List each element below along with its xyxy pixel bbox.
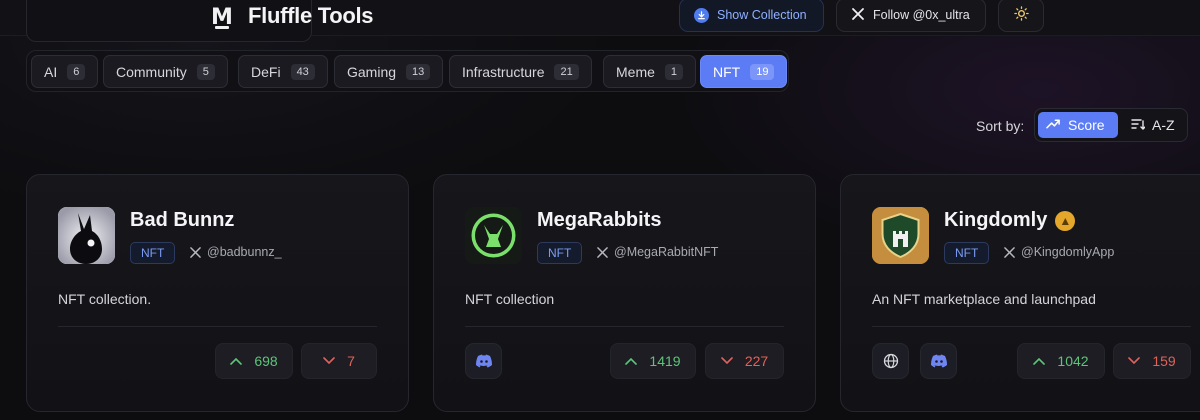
sort-label: Sort by: [976, 118, 1025, 134]
card-description: NFT collection. [58, 291, 152, 307]
filter-label: DeFi [251, 63, 281, 80]
project-card[interactable]: MegaRabbits NFT @MegaRabbitNFT NFT colle… [433, 174, 816, 412]
chevron-up-icon [625, 357, 638, 365]
chevron-down-icon [1128, 357, 1141, 365]
project-name: Bad Bunnz [130, 209, 235, 231]
chevron-down-icon [323, 357, 335, 365]
chevron-up-icon [230, 357, 243, 365]
project-card[interactable]: Kingdomly ▲ NFT @KingdomlyApp An NFT mar… [840, 174, 1200, 412]
upvote-button[interactable]: 698 [215, 343, 293, 379]
downvote-button[interactable]: 7 [301, 343, 377, 379]
divider [465, 326, 784, 327]
filter-label: Community [116, 63, 187, 80]
filter-meme[interactable]: Meme 1 [603, 55, 697, 88]
upvote-count: 1419 [649, 353, 681, 369]
project-name: Kingdomly [944, 209, 1048, 231]
filter-label: Meme [616, 63, 655, 80]
category-tag[interactable]: NFT [130, 242, 176, 264]
avatar [58, 207, 115, 264]
chevron-up-icon [1033, 357, 1046, 365]
downvote-count: 159 [1152, 353, 1176, 369]
x-logo-icon [1004, 246, 1015, 258]
sun-icon [1013, 6, 1029, 24]
website-link[interactable] [872, 343, 909, 379]
x-handle-link[interactable]: @badbunnz_ [190, 245, 282, 259]
discord-icon [930, 354, 947, 368]
card-description: NFT collection [465, 291, 555, 307]
category-tag[interactable]: NFT [537, 242, 583, 264]
sort-toggle: Score A-Z [1034, 108, 1188, 142]
project-name: MegaRabbits [537, 209, 662, 231]
filter-count: 19 [750, 63, 775, 80]
show-collection-label: Show Collection [717, 8, 807, 22]
filter-count: 5 [196, 63, 215, 80]
follow-label: Follow @0x_ultra [873, 8, 970, 22]
filter-count: 13 [406, 63, 431, 80]
upvote-button[interactable]: 1042 [1017, 343, 1105, 379]
logo-icon: M [211, 4, 233, 30]
filter-gaming[interactable]: Gaming 13 [334, 55, 444, 88]
upvote-button[interactable]: 1419 [610, 343, 696, 379]
theme-toggle-button[interactable] [998, 0, 1044, 32]
brand-title: Fluffle Tools [248, 3, 374, 28]
handle-text: @KingdomlyApp [1021, 245, 1115, 259]
filter-ai[interactable]: AI 6 [31, 55, 99, 88]
download-icon [694, 7, 709, 23]
avatar [465, 207, 522, 264]
divider [58, 326, 377, 327]
x-logo-icon [190, 246, 201, 258]
card-description: An NFT marketplace and launchpad [872, 291, 1096, 307]
downvote-button[interactable]: 227 [705, 343, 784, 379]
upvote-count: 1042 [1057, 353, 1089, 369]
chevron-down-icon [721, 357, 733, 365]
avatar [872, 207, 929, 264]
discord-icon [475, 354, 492, 368]
sort-score-button[interactable]: Score [1038, 112, 1118, 138]
filter-infrastructure[interactable]: Infrastructure 21 [449, 55, 592, 88]
handle-text: @MegaRabbitNFT [614, 245, 719, 259]
filter-count: 21 [554, 63, 579, 80]
project-card[interactable]: Bad Bunnz NFT @badbunnz_ NFT collection.… [26, 174, 409, 412]
trending-up-icon [1046, 117, 1061, 133]
follow-button[interactable]: Follow @0x_ultra [836, 0, 986, 32]
sort-score-label: Score [1068, 117, 1105, 133]
filter-count: 1 [664, 63, 684, 80]
downvote-button[interactable]: 159 [1113, 343, 1191, 379]
x-logo-icon [597, 246, 608, 258]
card-title[interactable]: MegaRabbits [537, 209, 661, 232]
filter-label: Gaming [347, 63, 397, 80]
category-tag[interactable]: NFT [944, 242, 990, 264]
upvote-count: 698 [254, 353, 278, 369]
x-logo-icon [851, 7, 865, 24]
x-handle-link[interactable]: @MegaRabbitNFT [597, 245, 718, 259]
category-filter-bar: AI 6 Community 5 DeFi 43 Gaming 13 Infra… [26, 50, 789, 92]
sort-az-label: A-Z [1152, 117, 1175, 133]
sort-az-button[interactable]: A-Z [1123, 112, 1183, 138]
downvote-count: 7 [347, 353, 355, 369]
downvote-count: 227 [744, 353, 769, 369]
discord-link[interactable] [465, 343, 502, 379]
show-collection-button[interactable]: Show Collection [679, 0, 824, 32]
filter-count: 43 [290, 63, 315, 80]
handle-text: @badbunnz_ [207, 245, 282, 259]
x-handle-link[interactable]: @KingdomlyApp [1004, 245, 1114, 259]
filter-label: NFT [713, 63, 741, 80]
filter-label: Infrastructure [462, 63, 545, 80]
filter-community[interactable]: Community 5 [103, 55, 228, 88]
globe-icon [883, 353, 898, 369]
filter-nft[interactable]: NFT 19 [700, 55, 788, 88]
divider [872, 326, 1191, 327]
sort-alpha-icon [1131, 117, 1146, 133]
verified-badge-icon: ▲ [1055, 210, 1076, 231]
discord-link[interactable] [920, 343, 957, 379]
filter-label: AI [44, 63, 58, 80]
card-title[interactable]: Bad Bunnz [130, 209, 234, 232]
card-title[interactable]: Kingdomly ▲ [944, 209, 1076, 232]
filter-defi[interactable]: DeFi 43 [238, 55, 328, 88]
filter-count: 6 [67, 63, 86, 80]
